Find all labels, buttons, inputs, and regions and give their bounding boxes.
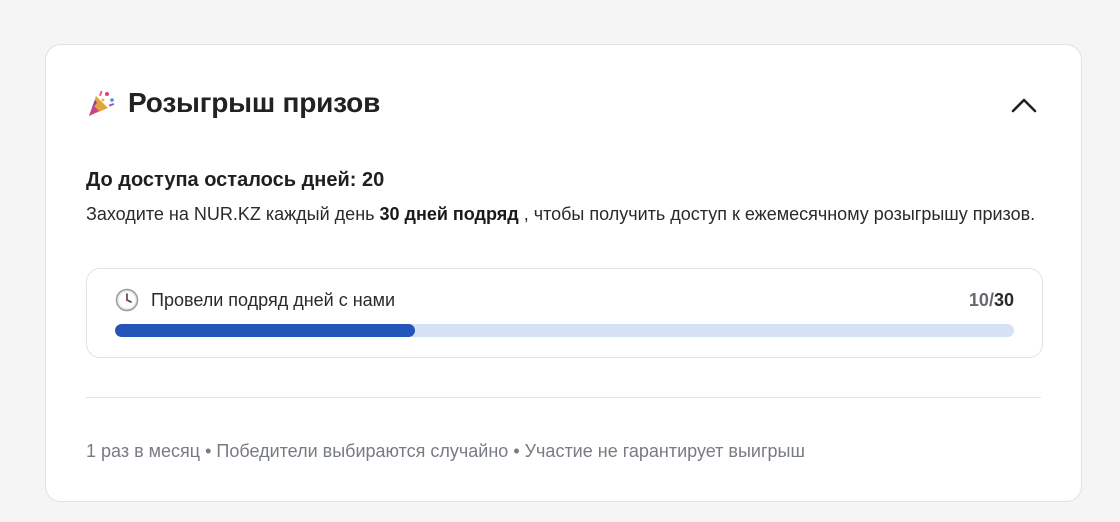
progress-panel: Провели подряд дней с нами 10/30	[86, 268, 1043, 358]
collapse-button[interactable]	[1007, 91, 1041, 119]
divider	[86, 397, 1041, 398]
card-header: Розыгрыш призов	[86, 87, 380, 119]
party-popper-icon	[86, 88, 116, 118]
progress-label: Провели подряд дней с нами	[151, 289, 396, 310]
progress-track	[115, 324, 1014, 337]
progress-header: Провели подряд дней с нами 10/30	[115, 288, 1014, 312]
description-text: Заходите на NUR.KZ каждый день 30 дней п…	[86, 202, 1036, 227]
clock-icon	[115, 288, 139, 312]
description-prefix: Заходите на NUR.KZ каждый день	[86, 204, 375, 224]
progress-count: 10/30	[969, 290, 1014, 311]
chevron-up-icon	[1011, 98, 1037, 113]
prize-draw-card: Розыгрыш призов До доступа осталось дней…	[45, 44, 1082, 502]
progress-total: 30	[993, 289, 1014, 310]
description-suffix: , чтобы получить доступ к ежемесячному р…	[523, 204, 1036, 224]
footer-note: 1 раз в месяц • Победители выбираются сл…	[86, 441, 805, 461]
days-left-heading: До доступа осталось дней: 20	[86, 169, 385, 191]
card-title: Розыгрыш призов	[128, 87, 381, 118]
progress-fill	[115, 324, 415, 337]
progress-current: 10	[968, 289, 989, 310]
description-highlight: 30 дней подряд	[379, 204, 519, 224]
